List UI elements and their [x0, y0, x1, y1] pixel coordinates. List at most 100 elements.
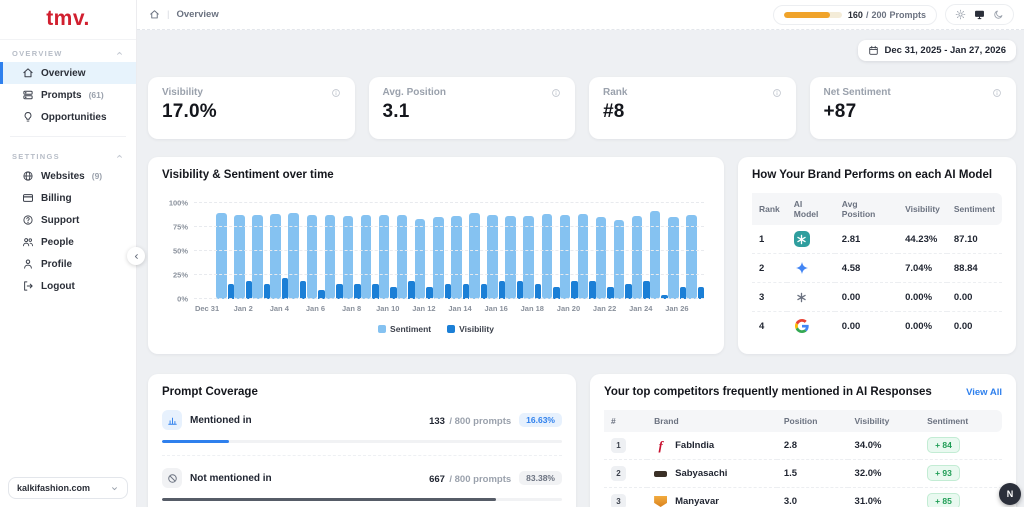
section-header-settings[interactable]: SETTINGS: [0, 147, 136, 165]
visibility-cell: 0.00%: [898, 282, 947, 312]
sentiment-bar[interactable]: [487, 215, 498, 299]
sentiment-bar[interactable]: [650, 210, 661, 299]
visibility-bar[interactable]: [480, 283, 488, 299]
sidebar-item[interactable]: Opportunities: [0, 106, 136, 128]
visibility-bar[interactable]: [245, 280, 253, 299]
bar-group: [198, 203, 216, 299]
sentiment-bar[interactable]: [234, 214, 245, 299]
visibility-bar[interactable]: [462, 283, 470, 299]
bar-group: [523, 203, 542, 299]
sidebar-collapse-button[interactable]: [127, 247, 145, 265]
sentiment-bar[interactable]: [433, 217, 444, 299]
sun-icon: [955, 9, 966, 20]
sentiment-bar[interactable]: [306, 215, 317, 299]
visibility-bar[interactable]: [408, 280, 415, 299]
sidebar-item[interactable]: Prompts (61): [0, 84, 136, 106]
ai-model-icon: [794, 318, 810, 334]
sentiment-bar[interactable]: [324, 215, 336, 299]
legend-item[interactable]: Sentiment: [378, 324, 431, 334]
visibility-bar[interactable]: [227, 283, 235, 299]
workspace-selector[interactable]: kalkifashion.com: [8, 477, 128, 499]
table-row: 3 Manyavar 3.0 31.0% + 85: [604, 488, 1002, 507]
sidebar-item[interactable]: Websites (9): [0, 165, 136, 187]
sentiment-bar[interactable]: [396, 215, 408, 299]
visibility-bar[interactable]: [534, 283, 542, 299]
visibility-bar[interactable]: [625, 283, 632, 299]
sidebar-item[interactable]: Overview: [0, 62, 136, 84]
visibility-bar[interactable]: [281, 277, 289, 299]
info-icon[interactable]: [992, 88, 1002, 98]
info-icon[interactable]: [772, 88, 782, 98]
y-axis-label: 50%: [172, 246, 188, 256]
sentiment-bar[interactable]: [523, 216, 534, 299]
stat-label: Net Sentiment: [823, 87, 891, 98]
table-row: 2 4.58 7.04% 88.84: [752, 253, 1002, 283]
sidebar-item[interactable]: Support: [0, 209, 136, 231]
sentiment-bar[interactable]: [595, 217, 607, 299]
info-icon[interactable]: [551, 88, 561, 98]
competitors-card: Your top competitors frequently mentione…: [590, 374, 1016, 507]
section-header-overview[interactable]: OVERVIEW: [0, 44, 136, 62]
visibility-bar[interactable]: [336, 283, 343, 299]
calendar-icon: [868, 45, 879, 56]
ai-model-icon: [794, 260, 810, 276]
sidebar-item[interactable]: People: [0, 231, 136, 253]
date-range-button[interactable]: Dec 31, 2025 - Jan 27, 2026: [857, 40, 1016, 61]
sentiment-bar[interactable]: [631, 216, 643, 299]
visibility-cell: 7.04%: [898, 253, 947, 283]
sentiment-bar[interactable]: [686, 215, 697, 299]
main-area: | Overview 160 / 200 Prompts Dec 31, 202…: [137, 0, 1024, 507]
visibility-bar[interactable]: [589, 280, 596, 299]
visibility-bar[interactable]: [498, 280, 506, 299]
x-axis-label: Jan 16: [484, 304, 508, 313]
section-label: OVERVIEW: [12, 49, 63, 58]
sentiment-bar[interactable]: [505, 216, 516, 299]
sidebar-item-label: People: [41, 236, 74, 248]
visibility-bar[interactable]: [354, 283, 361, 299]
bar-group: [541, 203, 560, 299]
x-axis-label: Jan 20: [556, 304, 581, 313]
visibility-bar[interactable]: [263, 283, 271, 299]
sentiment-badge: + 93: [927, 465, 960, 481]
sidebar-item[interactable]: Profile: [0, 253, 136, 275]
prompts-usage-pill: 160 / 200 Prompts: [772, 4, 937, 25]
chevron-left-icon: [132, 252, 141, 261]
bar-group: [487, 203, 506, 299]
bottom-row: Prompt Coverage Mentioned in 133 / 800 p…: [148, 374, 1016, 507]
sidebar-item[interactable]: Billing: [0, 187, 136, 209]
visibility-bar[interactable]: [643, 280, 650, 299]
sentiment-bar[interactable]: [559, 214, 571, 299]
brand-name: Manyavar: [675, 496, 719, 507]
stat-label: Visibility: [162, 87, 203, 98]
sentiment-bar[interactable]: [378, 214, 390, 299]
sentiment-bar[interactable]: [360, 214, 372, 299]
bar-group: [360, 203, 379, 299]
light-theme-button[interactable]: [955, 9, 966, 20]
gridline: [194, 298, 704, 299]
system-theme-button[interactable]: [974, 9, 985, 20]
sidebar-item[interactable]: Logout: [0, 275, 136, 297]
visibility-bar[interactable]: [372, 283, 379, 299]
visibility-bar[interactable]: [571, 280, 578, 299]
view-all-link[interactable]: View All: [966, 387, 1002, 398]
bar-group: [559, 203, 578, 299]
legend-item[interactable]: Visibility: [447, 324, 494, 334]
sentiment-bar[interactable]: [342, 216, 354, 299]
sentiment-bar[interactable]: [252, 214, 263, 299]
sentiment-bar[interactable]: [613, 220, 625, 299]
sentiment-bar[interactable]: [414, 219, 426, 299]
nav-list-settings: Websites (9) Billing Support People Prof…: [0, 165, 136, 297]
coverage-progress-track: [162, 440, 562, 443]
notification-fab-button[interactable]: N: [999, 483, 1021, 505]
usage-progress-fill: [783, 11, 831, 18]
visibility-bar[interactable]: [516, 280, 524, 299]
visibility-bar[interactable]: [444, 283, 452, 299]
legend-label: Sentiment: [390, 324, 432, 334]
visibility-bar[interactable]: [299, 280, 307, 299]
dark-theme-button[interactable]: [993, 9, 1004, 20]
sentiment-bar[interactable]: [451, 216, 462, 299]
home-icon[interactable]: [149, 9, 160, 20]
competitors-table-body: 1 f FabIndia 2.8 34.0% + 84 2 Sabyasachi: [604, 432, 1002, 507]
info-icon[interactable]: [331, 88, 341, 98]
sentiment-bar[interactable]: [668, 217, 679, 299]
